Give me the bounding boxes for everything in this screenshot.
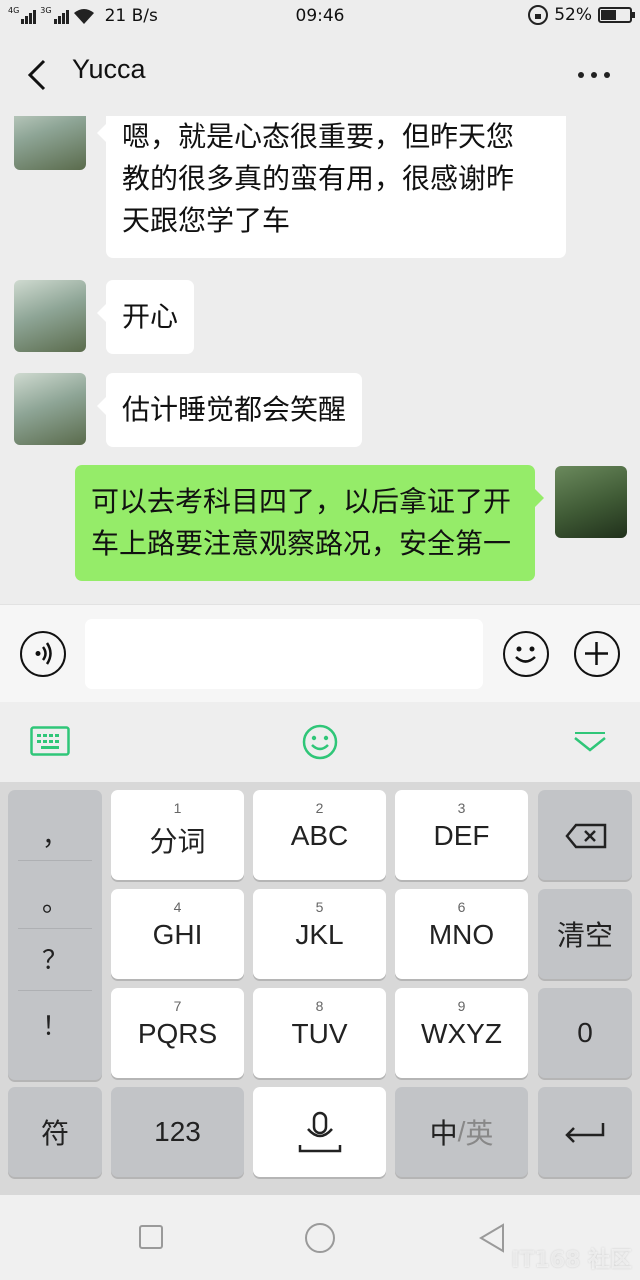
- battery-percent: 52%: [554, 5, 592, 25]
- key-4[interactable]: 4 GHI: [111, 889, 244, 979]
- punct-key[interactable]: ，: [8, 816, 102, 853]
- message-input[interactable]: [85, 619, 483, 689]
- emoji-button-icon[interactable]: [503, 631, 549, 677]
- my-avatar[interactable]: [555, 466, 627, 538]
- message-text: 开心: [122, 300, 179, 333]
- message-list[interactable]: 嗯，就是心态很重要，但昨天您 教的很多真的蛮有用，很感谢昨 天跟您学了车 开心 …: [0, 116, 640, 604]
- plus-icon[interactable]: [574, 631, 620, 677]
- punctuation-column[interactable]: ， 。 ？ ！: [8, 790, 102, 1080]
- battery-fill: [601, 10, 616, 20]
- contact-avatar[interactable]: [14, 280, 86, 352]
- back-triangle-icon[interactable]: [478, 1223, 506, 1253]
- message-line: 可以去考科目四了，以后拿证了开: [91, 485, 512, 518]
- status-right: 52%: [528, 5, 635, 25]
- enter-icon: [565, 1123, 605, 1143]
- more-options-icon[interactable]: [578, 72, 610, 78]
- lang-zh: 中: [429, 1118, 458, 1149]
- numbers-key[interactable]: 123: [111, 1087, 244, 1177]
- message-text: 估计睡觉都会笑醒: [122, 393, 347, 426]
- punct-key[interactable]: ！: [8, 1006, 102, 1043]
- space-key[interactable]: [253, 1087, 386, 1177]
- home-icon[interactable]: [305, 1223, 335, 1253]
- punct-key[interactable]: ？: [8, 940, 102, 977]
- key-1[interactable]: 1 分词: [111, 790, 244, 880]
- emoji-icon[interactable]: [302, 724, 338, 760]
- contact-avatar[interactable]: [14, 373, 86, 445]
- collapse-keyboard-icon[interactable]: [572, 730, 608, 756]
- key-5[interactable]: 5 JKL: [253, 889, 386, 979]
- recent-apps-icon[interactable]: [139, 1225, 163, 1249]
- input-bar: [0, 604, 640, 702]
- backspace-key[interactable]: [538, 790, 632, 880]
- clear-key[interactable]: 清空: [538, 889, 632, 979]
- message-bubble[interactable]: 嗯，就是心态很重要，但昨天您 教的很多真的蛮有用，很感谢昨 天跟您学了车: [97, 116, 566, 258]
- key-9[interactable]: 9 WXYZ: [395, 988, 528, 1078]
- key-6[interactable]: 6 MNO: [395, 889, 528, 979]
- key-3[interactable]: 3 DEF: [395, 790, 528, 880]
- backspace-icon: [565, 823, 607, 849]
- key-8[interactable]: 8 TUV: [253, 988, 386, 1078]
- contact-avatar[interactable]: [14, 116, 86, 170]
- key-7[interactable]: 7 PQRS: [111, 988, 244, 1078]
- key-2[interactable]: 2 ABC: [253, 790, 386, 880]
- rotation-lock-icon: [528, 5, 549, 25]
- keyboard-icon[interactable]: [30, 726, 70, 756]
- lang-en: 英: [465, 1118, 494, 1149]
- punct-key[interactable]: 。: [8, 882, 102, 919]
- back-arrow-icon[interactable]: [24, 58, 54, 92]
- zero-key[interactable]: 0: [538, 988, 632, 1078]
- keyboard: ， 。 ？ ！ 1 分词 2 ABC 3 DEF 4 GHI 5 JKL 6 MNO 清空 …: [0, 782, 640, 1195]
- symbols-key[interactable]: 符: [8, 1087, 102, 1177]
- microphone-icon: [298, 1111, 342, 1153]
- status-bar: 4G 3G 21 B/s 09:46 52%: [0, 0, 640, 34]
- system-nav-bar: IT168 社区: [0, 1195, 640, 1280]
- language-toggle-key[interactable]: 中 / 英: [395, 1087, 528, 1177]
- message-line: 车上路要注意观察路况，安全第一: [91, 527, 512, 560]
- battery-icon: [598, 7, 635, 23]
- my-message-bubble[interactable]: 可以去考科目四了，以后拿证了开 车上路要注意观察路况，安全第一: [75, 465, 544, 581]
- enter-key[interactable]: [538, 1087, 632, 1177]
- chat-title: Yucca: [72, 54, 146, 84]
- message-bubble[interactable]: 估计睡觉都会笑醒: [96, 373, 363, 447]
- keyboard-toolbar: [0, 702, 640, 782]
- message-line: 天跟您学了车: [122, 204, 291, 237]
- watermark: IT168 社区: [511, 1248, 632, 1273]
- lang-sep: /: [457, 1116, 466, 1147]
- voice-input-icon[interactable]: [20, 631, 66, 677]
- message-line: 教的很多真的蛮有用，很感谢昨: [122, 162, 515, 195]
- message-bubble[interactable]: 开心: [96, 280, 195, 354]
- chat-header: Yucca: [0, 34, 640, 116]
- message-line: 嗯，就是心态很重要，但昨天您: [122, 120, 515, 153]
